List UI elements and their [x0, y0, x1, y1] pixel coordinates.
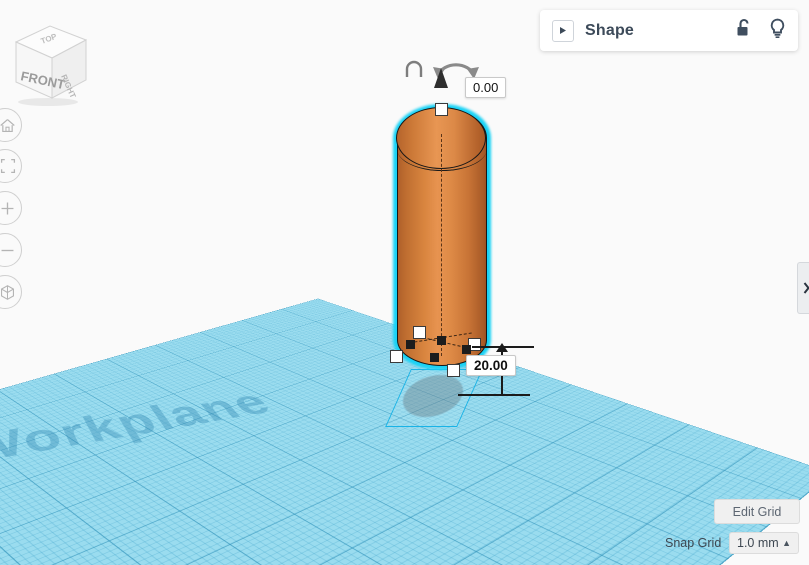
snap-grid-value: 1.0 mm: [737, 536, 779, 550]
shape-panel-title: Shape: [585, 21, 635, 39]
home-icon: [0, 118, 15, 132]
workplane-label: Workplane: [0, 384, 283, 473]
unlock-icon-glyph: [737, 18, 749, 36]
minus-icon: [1, 249, 14, 251]
rotate-arc-small-icon: [405, 60, 423, 77]
object-footprint-outline: [385, 369, 483, 427]
cube-perspective-icon: [0, 284, 15, 300]
unlock-icon[interactable]: [736, 18, 753, 43]
height-scale-handle-top[interactable]: [435, 103, 448, 116]
zoom-out-button[interactable]: [0, 233, 22, 267]
fit-frame-icon: [0, 158, 16, 174]
radius-handle-center[interactable]: [437, 336, 446, 345]
scale-handle-front-left[interactable]: [390, 350, 403, 363]
height-value-readout[interactable]: 20.00: [466, 355, 516, 376]
rotation-value-readout[interactable]: 0.00: [465, 77, 507, 98]
dimension-arrow-up: [496, 343, 508, 352]
shape-panel[interactable]: Shape: [540, 10, 798, 51]
zoom-in-button[interactable]: [0, 191, 22, 225]
triangle-right-icon: [560, 27, 566, 34]
rotate-small-handle[interactable]: [403, 58, 425, 80]
radius-handle-left[interactable]: [406, 340, 415, 349]
scale-handle-back-left[interactable]: [413, 326, 426, 339]
lightbulb-icon[interactable]: [769, 18, 786, 44]
scale-handle-front[interactable]: [447, 364, 460, 377]
snap-grid-select[interactable]: 1.0 mm ▲: [729, 532, 799, 554]
editor-canvas[interactable]: Workplane 0.00 20.00 FRONT TOP RIGHT Sha…: [0, 0, 809, 565]
cylinder-center-axis: [441, 134, 442, 356]
caret-up-icon: ▲: [782, 537, 791, 548]
view-cube[interactable]: FRONT TOP RIGHT: [6, 18, 92, 108]
snap-grid-label: Snap Grid: [665, 536, 722, 550]
home-view-button[interactable]: [0, 108, 22, 142]
shape-panel-expand-button[interactable]: [552, 19, 574, 42]
lightbulb-icon-glyph: [770, 18, 785, 38]
rotate-cone-handle[interactable]: [434, 68, 448, 88]
plus-icon: [1, 202, 14, 214]
radius-handle-front[interactable]: [430, 353, 439, 362]
edit-grid-button[interactable]: Edit Grid: [714, 499, 800, 524]
right-panel-toggle[interactable]: [797, 262, 809, 314]
dimension-leader-bottom: [458, 394, 530, 396]
projection-toggle-button[interactable]: [0, 275, 22, 309]
fit-to-view-button[interactable]: [0, 149, 22, 183]
cylinder-object[interactable]: [393, 104, 491, 370]
chevron-right-icon: [803, 282, 809, 294]
view-cube-icon: FRONT TOP RIGHT: [14, 25, 88, 106]
radius-handle-right[interactable]: [462, 345, 471, 354]
shape-panel-actions: [736, 18, 786, 44]
